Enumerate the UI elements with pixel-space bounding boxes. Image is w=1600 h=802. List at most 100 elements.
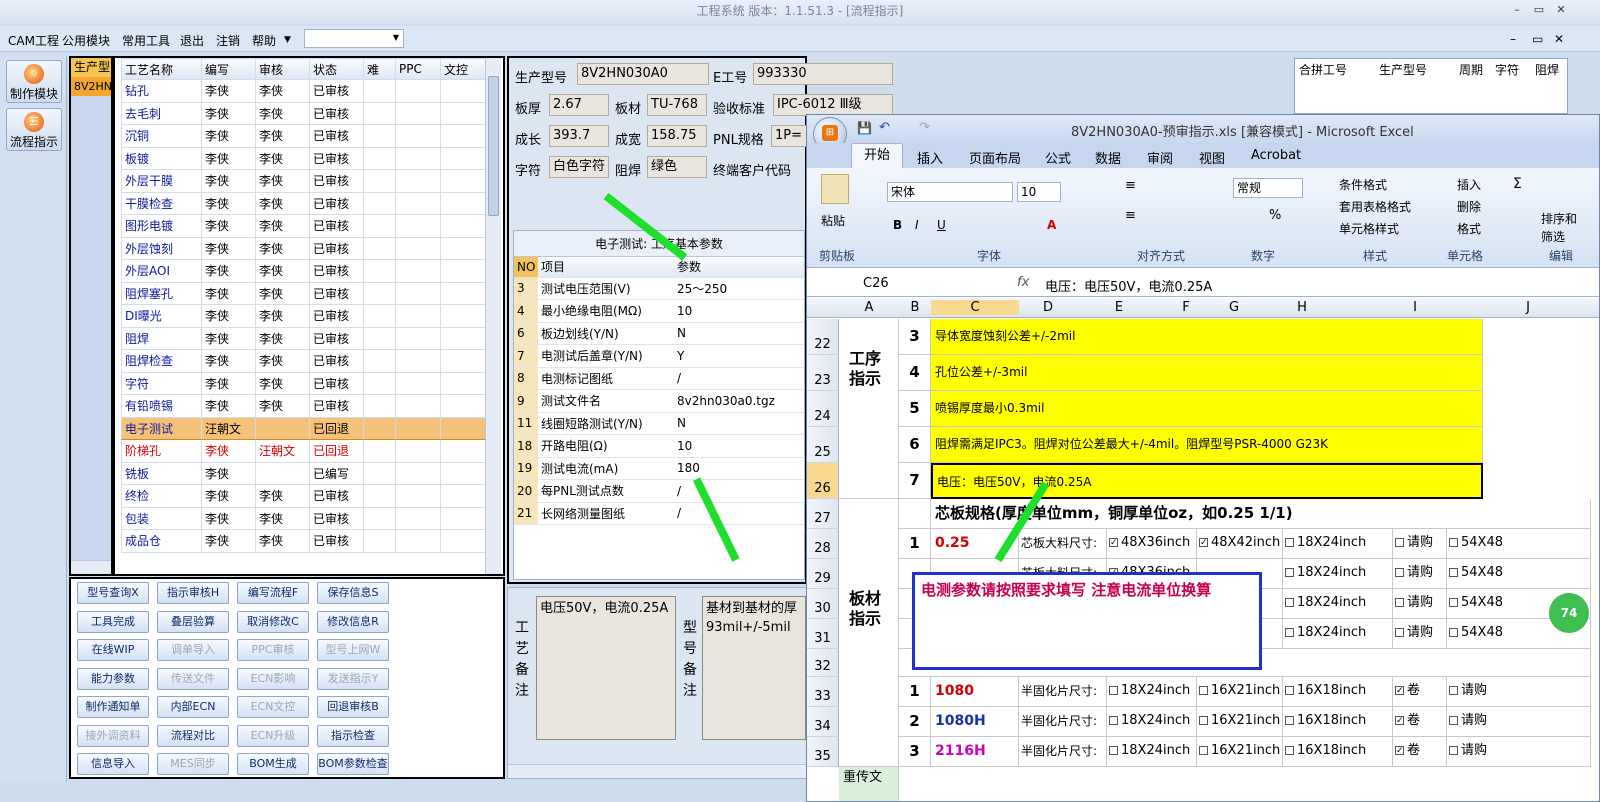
cell-empty[interactable]: [363, 326, 396, 350]
cell-empty[interactable]: [363, 146, 396, 170]
underline-icon[interactable]: U: [937, 218, 946, 232]
cell-writer[interactable]: 汪朝文: [201, 416, 256, 440]
cell-process-name[interactable]: 铣板: [121, 461, 202, 485]
fx-icon[interactable]: fx: [1017, 275, 1029, 290]
col-writer[interactable]: 编写: [201, 58, 256, 80]
col-H[interactable]: H: [1257, 300, 1347, 315]
function-button[interactable]: 工具完成: [77, 610, 149, 633]
maximize-icon[interactable]: ▭: [1532, 3, 1546, 17]
function-button[interactable]: BOM生成: [237, 753, 309, 775]
cell-empty[interactable]: [440, 214, 489, 238]
cell-process-name[interactable]: 阶梯孔: [121, 439, 202, 463]
cell-reviewer[interactable]: 李侠: [255, 214, 310, 238]
table-row[interactable]: 图形电镀 李侠 李侠 已审核: [121, 214, 489, 238]
cell-process-name[interactable]: 外层AOI: [121, 259, 202, 283]
cell-empty[interactable]: [440, 349, 489, 373]
cell-empty[interactable]: [363, 529, 396, 553]
row-number[interactable]: 33: [807, 677, 839, 707]
tab-review[interactable]: 审阅: [1147, 148, 1173, 167]
cell-empty[interactable]: [440, 304, 489, 328]
number-format-box[interactable]: 常规: [1233, 178, 1303, 198]
len-field[interactable]: 393.7: [549, 125, 609, 147]
cell-writer[interactable]: 李侠: [201, 236, 256, 260]
col-I[interactable]: I: [1347, 300, 1483, 315]
cell-empty[interactable]: [363, 416, 396, 440]
product-hscroll[interactable]: [71, 560, 111, 574]
param-value[interactable]: 25～250: [674, 277, 804, 300]
size-option-3[interactable]: 16X18inch: [1283, 677, 1393, 707]
cell-empty[interactable]: [395, 326, 441, 350]
size-option-1[interactable]: ✓48X36inch: [1107, 529, 1197, 559]
cell-empty[interactable]: [363, 124, 396, 148]
size-label[interactable]: 芯板大料尺寸:: [1019, 529, 1107, 559]
param-value[interactable]: 10: [674, 434, 804, 458]
cell-empty[interactable]: [395, 506, 441, 530]
table-row[interactable]: 终检 李侠 李侠 已审核: [121, 484, 489, 508]
cell-empty[interactable]: [440, 146, 489, 170]
wid-field[interactable]: 158.75: [647, 125, 707, 147]
option-roll-or-buy[interactable]: ✓ 卷: [1393, 737, 1447, 767]
function-button[interactable]: 调单导入: [157, 639, 229, 661]
menu-tools[interactable]: 常用工具: [122, 32, 170, 49]
function-button[interactable]: 取消修改C: [237, 610, 309, 633]
row-number[interactable]: 22: [807, 319, 839, 355]
tab-home[interactable]: 开始: [851, 143, 903, 168]
tab-acrobat[interactable]: Acrobat: [1251, 148, 1301, 163]
param-no[interactable]: 11: [514, 412, 538, 435]
quick-save-icon[interactable]: 💾: [857, 121, 872, 135]
cell-status[interactable]: 已审核: [309, 146, 364, 170]
cell-reviewer[interactable]: [255, 461, 310, 485]
size-label[interactable]: 半固化片尺寸:: [1019, 677, 1107, 707]
col-ppc[interactable]: PPC: [395, 58, 441, 80]
function-button[interactable]: 流程对比: [157, 724, 229, 747]
cell-empty[interactable]: [363, 101, 396, 125]
checkbox[interactable]: ✓: [1395, 686, 1404, 696]
cell-empty[interactable]: [363, 484, 396, 508]
function-button[interactable]: 信息导入: [77, 753, 149, 775]
cell-reviewer[interactable]: 李侠: [255, 304, 310, 328]
cell-empty[interactable]: [395, 281, 441, 305]
function-button[interactable]: 制作通知单: [77, 696, 149, 718]
row-number[interactable]: 25: [807, 427, 839, 463]
col-B[interactable]: B: [899, 300, 931, 315]
table-row[interactable]: 去毛刺 李侠 李侠 已审核: [121, 101, 489, 125]
table-row[interactable]: 阻焊塞孔 李侠 李侠 已审核: [121, 281, 489, 305]
checkbox[interactable]: [1449, 746, 1458, 755]
merge-col-mask[interactable]: 阻焊: [1535, 61, 1559, 78]
option-extra[interactable]: 请购: [1447, 677, 1591, 707]
product-column-value[interactable]: 8V2HN0: [71, 77, 111, 96]
option-extra[interactable]: 请购: [1447, 707, 1591, 737]
cell-status[interactable]: 已审核: [309, 191, 364, 215]
cell-writer[interactable]: 李侠: [201, 191, 256, 215]
checkbox[interactable]: [1285, 686, 1294, 695]
section-material-label[interactable]: 板材指示: [839, 499, 899, 767]
cell-process-name[interactable]: 外层干膜: [121, 169, 202, 193]
row-number[interactable]: 34: [807, 707, 839, 737]
col-process-name[interactable]: 工艺名称: [121, 58, 202, 80]
cell-status[interactable]: 已回退: [309, 439, 364, 463]
cell-empty[interactable]: [395, 349, 441, 373]
font-color-icon[interactable]: A: [1047, 218, 1056, 232]
cell-writer[interactable]: 李侠: [201, 101, 256, 125]
checkbox[interactable]: [1395, 538, 1404, 547]
cell-status[interactable]: 已审核: [309, 214, 364, 238]
tab-insert[interactable]: 插入: [917, 148, 943, 167]
cell-status[interactable]: 已审核: [309, 236, 364, 260]
param-col-value[interactable]: 参数: [674, 257, 804, 278]
prod-field[interactable]: 8V2HN030A0: [577, 63, 709, 85]
size-option-1[interactable]: 18X24inch: [1107, 737, 1197, 767]
cell-empty[interactable]: [395, 259, 441, 283]
cell-writer[interactable]: 李侠: [201, 349, 256, 373]
std-field[interactable]: IPC-6012 Ⅲ级: [773, 94, 893, 116]
function-button[interactable]: ECN文控: [237, 696, 309, 718]
cell-reviewer[interactable]: 李侠: [255, 371, 310, 395]
blank-cell[interactable]: [899, 499, 931, 529]
chevron-down-icon[interactable]: ▼: [393, 33, 399, 42]
cell-process-name[interactable]: 板镀: [121, 146, 202, 170]
process-vscroll[interactable]: [485, 58, 501, 574]
cell-empty[interactable]: [363, 304, 396, 328]
row-index[interactable]: 5: [899, 391, 931, 427]
mdi-minimize-icon[interactable]: –: [1510, 32, 1516, 46]
param-value[interactable]: /: [674, 367, 804, 390]
cell-empty[interactable]: [395, 484, 441, 508]
